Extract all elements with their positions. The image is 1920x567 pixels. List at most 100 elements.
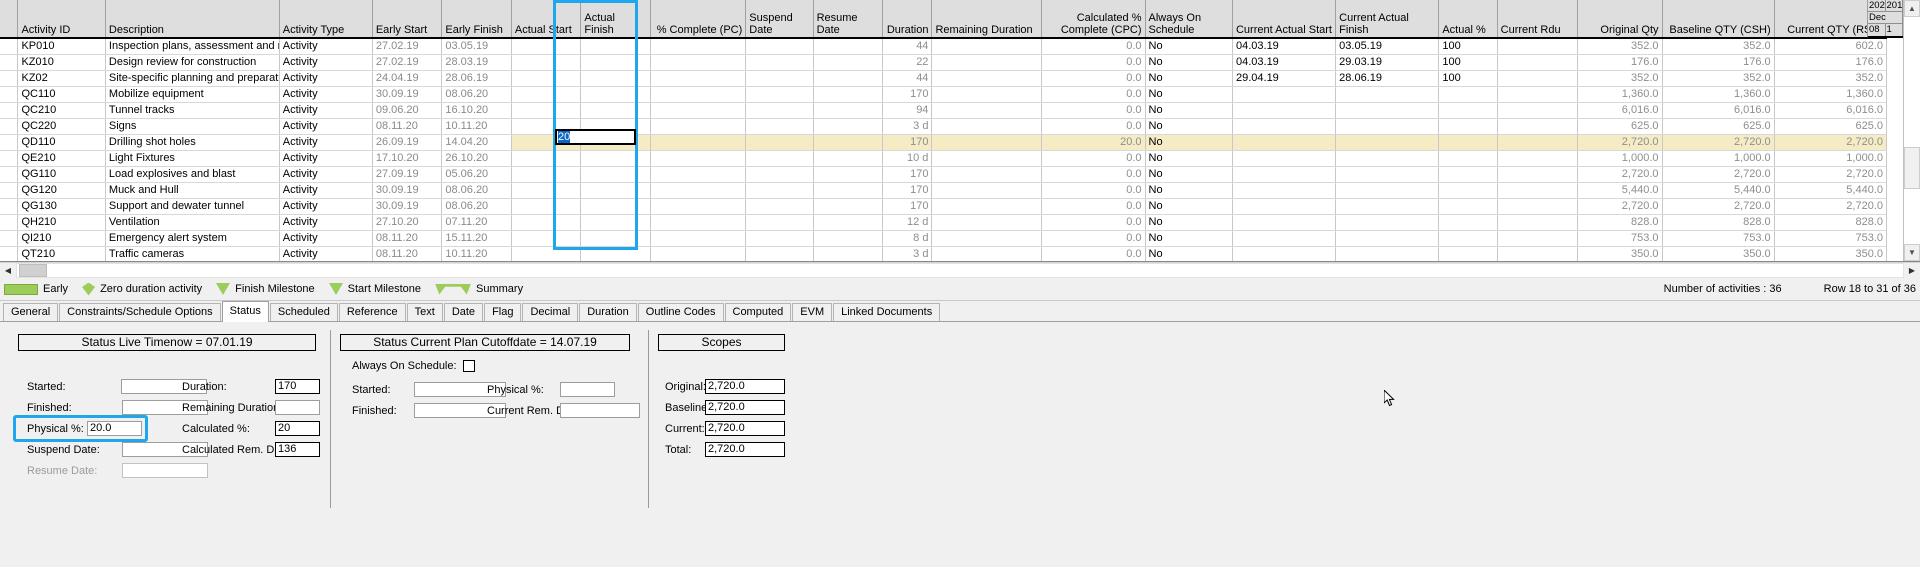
table-row[interactable]: QG130 Support and dewater tunnel Activity 3… [0,198,1888,215]
cell-es[interactable]: 27.02.19 [372,38,443,55]
physical-percent-input[interactable]: 20.0 [87,421,142,436]
cell-id[interactable]: QG110 [17,166,106,183]
cell-susp[interactable] [745,70,814,87]
cell-cqty[interactable]: 753.0 [1774,230,1888,247]
cell-dur[interactable]: 170 [882,182,933,199]
cell-cqty[interactable]: 176.0 [1774,54,1888,71]
cell-es[interactable]: 30.09.19 [372,182,443,199]
always-on-schedule-checkbox[interactable] [462,360,475,372]
current-physical-input[interactable] [560,382,615,397]
table-row[interactable]: QC220 Signs Activity 08.11.20 10.11.20 3 d 0.0… [0,118,1888,135]
cell-aos[interactable]: No [1145,118,1233,135]
cell-id[interactable]: QG130 [17,198,106,215]
cell-as[interactable] [511,38,582,55]
cell-cqty[interactable]: 2,720.0 [1774,134,1888,151]
cell-es[interactable]: 08.11.20 [372,118,443,135]
vertical-scroll-thumb[interactable] [1904,147,1920,189]
cell-bqty[interactable]: 350.0 [1662,246,1775,261]
cell-crdu[interactable] [1497,214,1579,231]
cell-pc[interactable] [650,38,747,55]
cell-type[interactable]: Activity [279,118,373,135]
tab-text[interactable]: Text [406,303,443,321]
cell-ef[interactable]: 03.05.19 [441,38,512,55]
cell-dur[interactable]: 170 [882,198,933,215]
tab-evm[interactable]: EVM [792,303,833,321]
cell-id[interactable]: QC220 [17,118,106,135]
cell-bqty[interactable]: 753.0 [1662,230,1775,247]
percent-complete-cell-editor[interactable]: 20 [555,129,636,145]
cell-ef[interactable]: 10.11.20 [441,118,512,135]
cell-ef[interactable]: 08.06.20 [441,86,512,103]
scopes-current-input[interactable]: 2,720.0 [705,421,785,436]
grid-scroll-region[interactable]: Activity ID Description Activity Type Early… [0,0,1903,261]
row-number-cell[interactable] [0,198,19,215]
table-row[interactable]: QG120 Muck and Hull Activity 30.09.19 08.06.… [0,182,1888,199]
cell-rdur[interactable] [931,86,1043,103]
cell-susp[interactable] [745,246,814,261]
cell-oqty[interactable]: 753.0 [1577,230,1663,247]
cell-desc[interactable]: Design review for construction [105,54,280,71]
cell-pc[interactable] [650,86,747,103]
cell-type[interactable]: Activity [279,54,373,71]
cell-id[interactable]: QC210 [17,102,106,119]
tab-status[interactable]: Status [221,301,269,322]
cell-pc[interactable] [650,246,747,261]
cell-cpc[interactable]: 0.0 [1041,182,1146,199]
cell-af[interactable] [580,38,651,55]
cell-crdu[interactable] [1497,38,1579,55]
cell-rdur[interactable] [931,198,1043,215]
cell-oqty[interactable]: 5,440.0 [1577,182,1663,199]
cell-bqty[interactable]: 625.0 [1662,118,1775,135]
cell-dur[interactable]: 10 d [882,150,933,167]
cell-id[interactable]: QI210 [17,230,106,247]
cell-oqty[interactable]: 2,720.0 [1577,166,1663,183]
cell-as[interactable] [511,246,582,261]
cell-af[interactable] [580,150,651,167]
row-number-cell[interactable] [0,118,19,135]
cell-type[interactable]: Activity [279,230,373,247]
cell-bqty[interactable]: 1,360.0 [1662,86,1775,103]
cell-aos[interactable]: No [1145,150,1233,167]
cell-pc[interactable] [650,150,747,167]
column-header-actual[interactable]: Actual % [1438,0,1498,39]
cell-dur[interactable]: 22 [882,54,933,71]
cell-bqty[interactable]: 352.0 [1662,70,1775,87]
cell-af[interactable] [580,86,651,103]
cell-oqty[interactable]: 176.0 [1577,54,1663,71]
cell-id[interactable]: QG120 [17,182,106,199]
cell-apct[interactable] [1438,230,1498,247]
cell-es[interactable]: 08.11.20 [372,230,443,247]
cell-crdu[interactable] [1497,102,1579,119]
cell-cpc[interactable]: 0.0 [1041,54,1146,71]
cell-aos[interactable]: No [1145,86,1233,103]
cell-caf[interactable] [1335,246,1440,261]
cell-res[interactable] [813,70,884,87]
row-number-cell[interactable] [0,54,19,71]
table-row[interactable]: QI210 Emergency alert system Activity 08.11… [0,230,1888,247]
cell-oqty[interactable]: 350.0 [1577,246,1663,261]
cell-cqty[interactable]: 352.0 [1774,70,1888,87]
cell-es[interactable]: 24.04.19 [372,70,443,87]
table-row[interactable]: KZ02 Site-specific planning and preparati… [0,70,1888,87]
column-header-actual-start[interactable]: Actual Start [511,0,582,39]
cell-ef[interactable]: 14.04.20 [441,134,512,151]
cell-af[interactable] [580,70,651,87]
cell-id[interactable]: KP010 [17,38,106,55]
cell-cpc[interactable]: 0.0 [1041,166,1146,183]
cell-caf[interactable] [1335,230,1440,247]
cell-crdu[interactable] [1497,246,1579,261]
cell-desc[interactable]: Emergency alert system [105,230,280,247]
cell-cpc[interactable]: 0.0 [1041,214,1146,231]
current-rem-dur-input[interactable] [560,403,640,418]
column-header-current-actual-start[interactable]: Current Actual Start [1232,0,1337,39]
cell-ef[interactable]: 08.06.20 [441,198,512,215]
scroll-left-icon[interactable]: ◀ [0,263,16,278]
cell-rdur[interactable] [931,166,1043,183]
cell-caf[interactable] [1335,198,1440,215]
grid-horizontal-scrollbar[interactable]: ◀ ▶ [0,262,1920,278]
cell-crdu[interactable] [1497,54,1579,71]
cell-cpc[interactable]: 0.0 [1041,118,1146,135]
cell-desc[interactable]: Light Fixtures [105,150,280,167]
cell-id[interactable]: QD110 [17,134,106,151]
cell-cqty[interactable]: 2,720.0 [1774,198,1888,215]
